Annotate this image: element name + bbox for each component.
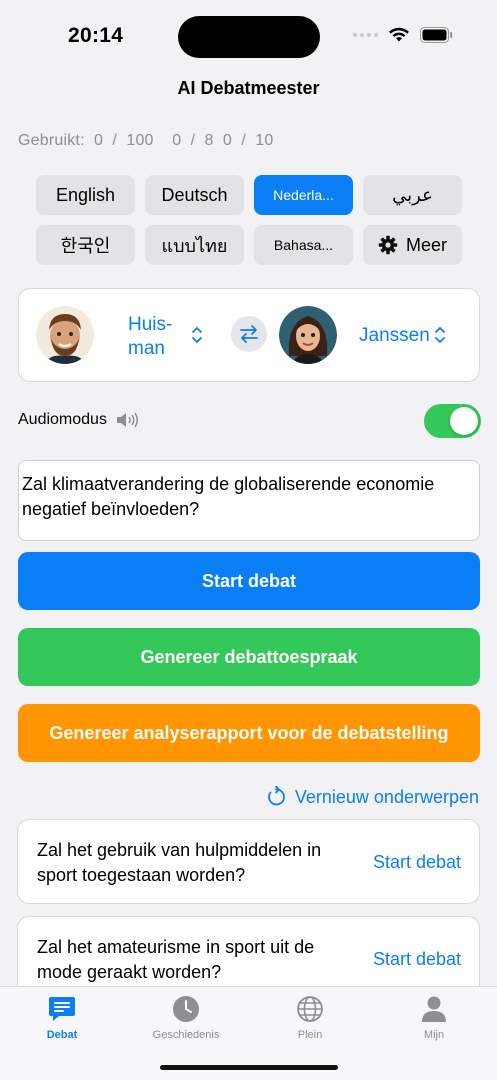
chat-bubble-icon bbox=[49, 997, 75, 1021]
start-debate-button[interactable]: Start debat bbox=[18, 552, 480, 610]
suggested-topic-start-button[interactable]: Start debat bbox=[373, 949, 461, 970]
language-german-button[interactable]: Deutsch bbox=[145, 175, 244, 215]
usage-counts: 0 / 100 0 / 8 0 / 10 bbox=[94, 132, 274, 149]
audio-mode-toggle[interactable] bbox=[424, 404, 481, 438]
status-icons bbox=[353, 27, 453, 43]
tab-debat[interactable]: Debat bbox=[12, 995, 112, 1041]
dynamic-island bbox=[178, 16, 320, 58]
gear-icon bbox=[378, 235, 398, 255]
language-arabic-button[interactable]: عربي bbox=[363, 175, 462, 215]
status-bar: 20:14 bbox=[0, 0, 497, 72]
cellular-signal-icon bbox=[353, 33, 378, 37]
chevron-up-down-icon[interactable] bbox=[191, 325, 203, 345]
usage-label: Gebruikt: bbox=[18, 132, 85, 149]
language-bahasa-button[interactable]: Bahasa... bbox=[254, 225, 353, 265]
tab-label: Plein bbox=[297, 1029, 323, 1041]
clock-icon bbox=[173, 996, 199, 1022]
speaker-icon bbox=[116, 412, 138, 428]
tab-label: Geschiedenis bbox=[152, 1029, 220, 1041]
status-time: 20:14 bbox=[68, 24, 124, 47]
more-languages-label: Meer bbox=[405, 234, 447, 255]
toggle-knob bbox=[450, 407, 478, 435]
language-selector: English Deutsch Nederla... عربي 한국인 แบบไ… bbox=[36, 175, 462, 265]
debater-left-avatar[interactable] bbox=[36, 306, 94, 364]
home-indicator bbox=[160, 1065, 338, 1070]
tab-plein[interactable]: Plein bbox=[260, 995, 360, 1041]
person-icon bbox=[422, 996, 446, 1022]
audio-mode-label: Audiomodus bbox=[18, 411, 107, 428]
language-thai-button[interactable]: แบบไทย bbox=[145, 225, 244, 265]
suggested-topic-card: Zal het gebruik van hulpmiddelen in spor… bbox=[17, 819, 480, 904]
language-korean-button[interactable]: 한국인 bbox=[36, 225, 135, 265]
tab-label: Debat bbox=[46, 1029, 78, 1041]
globe-icon bbox=[297, 996, 323, 1022]
tab-bar: Debat Geschiedenis Plein Mijn bbox=[0, 986, 497, 1080]
tab-mijn[interactable]: Mijn bbox=[384, 995, 484, 1041]
more-languages-button[interactable]: Meer bbox=[363, 225, 462, 265]
battery-icon bbox=[420, 27, 453, 43]
suggested-topic-text: Zal het amateurisme in sport uit de mode… bbox=[37, 937, 315, 982]
debaters-card: Huis- man Janssen bbox=[18, 288, 480, 382]
debater-right-name[interactable]: Janssen bbox=[359, 324, 430, 348]
language-english-button[interactable]: English bbox=[36, 175, 135, 215]
language-dutch-button[interactable]: Nederla... bbox=[254, 175, 353, 215]
debater-left-name[interactable]: Huis- man bbox=[128, 313, 172, 361]
suggested-topic-text: Zal het gebruik van hulpmiddelen in spor… bbox=[37, 840, 322, 885]
swap-debaters-button[interactable] bbox=[231, 316, 267, 352]
swap-arrows-icon bbox=[240, 325, 258, 343]
generate-report-button[interactable]: Genereer analyserapport voor de debatste… bbox=[18, 704, 480, 762]
page-title: AI Debatmeester bbox=[177, 78, 320, 98]
chevron-up-down-icon[interactable] bbox=[434, 325, 446, 345]
usage-counter: Gebruikt: 0 / 100 0 / 8 0 / 10 bbox=[18, 132, 273, 150]
refresh-icon bbox=[267, 786, 285, 806]
audio-mode-row: Audiomodus bbox=[18, 411, 139, 429]
wifi-icon bbox=[389, 27, 409, 42]
suggested-topic-start-button[interactable]: Start debat bbox=[373, 852, 461, 873]
tab-label: Mijn bbox=[423, 1029, 445, 1041]
debater-right-avatar[interactable] bbox=[279, 306, 337, 364]
refresh-label: Vernieuw onderwerpen bbox=[294, 786, 479, 807]
debate-topic-input[interactable]: Zal klimaatverandering de globaliserende… bbox=[18, 460, 480, 541]
generate-speech-button[interactable]: Genereer debattoespraak bbox=[18, 628, 480, 686]
refresh-topics-button[interactable]: Vernieuw onderwerpen bbox=[265, 786, 479, 808]
tab-geschiedenis[interactable]: Geschiedenis bbox=[136, 995, 236, 1041]
